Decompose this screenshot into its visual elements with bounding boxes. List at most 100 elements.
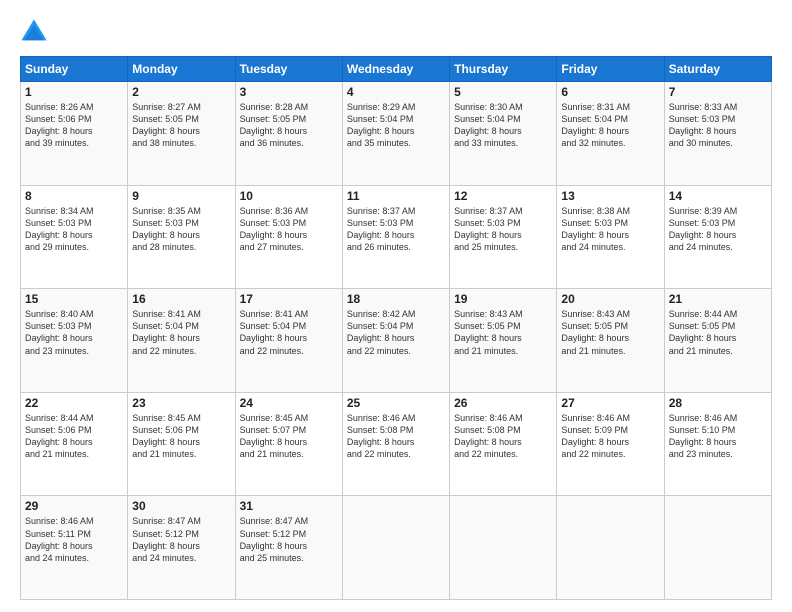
day-number: 16 [132, 292, 230, 306]
logo-icon [20, 18, 48, 46]
cell-info: Sunrise: 8:46 AMSunset: 5:09 PMDaylight:… [561, 412, 659, 461]
cell-info: Sunrise: 8:46 AMSunset: 5:10 PMDaylight:… [669, 412, 767, 461]
calendar-cell: 20 Sunrise: 8:43 AMSunset: 5:05 PMDayligh… [557, 289, 664, 393]
cell-info: Sunrise: 8:46 AMSunset: 5:08 PMDaylight:… [454, 412, 552, 461]
header-row: SundayMondayTuesdayWednesdayThursdayFrid… [21, 57, 772, 82]
cell-info: Sunrise: 8:40 AMSunset: 5:03 PMDaylight:… [25, 308, 123, 357]
day-number: 21 [669, 292, 767, 306]
cell-info: Sunrise: 8:47 AMSunset: 5:12 PMDaylight:… [240, 515, 338, 564]
calendar-cell: 1Sunrise: 8:26 AMSunset: 5:06 PMDaylight… [21, 82, 128, 186]
day-number: 19 [454, 292, 552, 306]
day-number: 22 [25, 396, 123, 410]
calendar-cell: 4 Sunrise: 8:29 AMSunset: 5:04 PMDaylight… [342, 82, 449, 186]
header-day-wednesday: Wednesday [342, 57, 449, 82]
cell-info: Sunrise: 8:33 AMSunset: 5:03 PMDaylight:… [669, 101, 767, 150]
calendar-cell: 15 Sunrise: 8:40 AMSunset: 5:03 PMDayligh… [21, 289, 128, 393]
calendar-cell: 8 Sunrise: 8:34 AMSunset: 5:03 PMDaylight… [21, 185, 128, 289]
day-number: 26 [454, 396, 552, 410]
day-number: 28 [669, 396, 767, 410]
day-number: 25 [347, 396, 445, 410]
cell-info: Sunrise: 8:35 AMSunset: 5:03 PMDaylight:… [132, 205, 230, 254]
header-day-thursday: Thursday [450, 57, 557, 82]
calendar-table: SundayMondayTuesdayWednesdayThursdayFrid… [20, 56, 772, 600]
day-number: 10 [240, 189, 338, 203]
day-number: 15 [25, 292, 123, 306]
cell-info: Sunrise: 8:45 AMSunset: 5:06 PMDaylight:… [132, 412, 230, 461]
calendar-body: 1Sunrise: 8:26 AMSunset: 5:06 PMDaylight… [21, 82, 772, 600]
cell-info: Sunrise: 8:42 AMSunset: 5:04 PMDaylight:… [347, 308, 445, 357]
calendar-cell: 5 Sunrise: 8:30 AMSunset: 5:04 PMDaylight… [450, 82, 557, 186]
cell-info: Sunrise: 8:47 AMSunset: 5:12 PMDaylight:… [132, 515, 230, 564]
cell-info: Sunrise: 8:28 AMSunset: 5:05 PMDaylight:… [240, 101, 338, 150]
cell-info: Sunrise: 8:37 AMSunset: 5:03 PMDaylight:… [347, 205, 445, 254]
calendar-cell: 11 Sunrise: 8:37 AMSunset: 5:03 PMDayligh… [342, 185, 449, 289]
day-number: 4 [347, 85, 445, 99]
cell-info: Sunrise: 8:43 AMSunset: 5:05 PMDaylight:… [454, 308, 552, 357]
calendar-cell: 2Sunrise: 8:27 AMSunset: 5:05 PMDaylight… [128, 82, 235, 186]
cell-info: Sunrise: 8:29 AMSunset: 5:04 PMDaylight:… [347, 101, 445, 150]
day-number: 30 [132, 499, 230, 513]
calendar-cell: 29 Sunrise: 8:46 AMSunset: 5:11 PMDayligh… [21, 496, 128, 600]
cell-info: Sunrise: 8:39 AMSunset: 5:03 PMDaylight:… [669, 205, 767, 254]
cell-info: Sunrise: 8:31 AMSunset: 5:04 PMDaylight:… [561, 101, 659, 150]
calendar-cell: 24Sunrise: 8:45 AMSunset: 5:07 PMDayligh… [235, 392, 342, 496]
calendar-cell [342, 496, 449, 600]
calendar-cell: 30 Sunrise: 8:47 AMSunset: 5:12 PMDayligh… [128, 496, 235, 600]
calendar-cell: 3Sunrise: 8:28 AMSunset: 5:05 PMDaylight… [235, 82, 342, 186]
cell-info: Sunrise: 8:44 AMSunset: 5:05 PMDaylight:… [669, 308, 767, 357]
cell-info: Sunrise: 8:36 AMSunset: 5:03 PMDaylight:… [240, 205, 338, 254]
day-number: 17 [240, 292, 338, 306]
calendar-cell: 12Sunrise: 8:37 AMSunset: 5:03 PMDayligh… [450, 185, 557, 289]
header-day-monday: Monday [128, 57, 235, 82]
day-number: 29 [25, 499, 123, 513]
day-number: 9 [132, 189, 230, 203]
cell-info: Sunrise: 8:30 AMSunset: 5:04 PMDaylight:… [454, 101, 552, 150]
day-number: 13 [561, 189, 659, 203]
cell-info: Sunrise: 8:38 AMSunset: 5:03 PMDaylight:… [561, 205, 659, 254]
week-row-3: 22Sunrise: 8:44 AMSunset: 5:06 PMDayligh… [21, 392, 772, 496]
calendar-cell: 14 Sunrise: 8:39 AMSunset: 5:03 PMDayligh… [664, 185, 771, 289]
calendar-cell [664, 496, 771, 600]
calendar-cell: 19 Sunrise: 8:43 AMSunset: 5:05 PMDayligh… [450, 289, 557, 393]
day-number: 11 [347, 189, 445, 203]
day-number: 20 [561, 292, 659, 306]
week-row-0: 1Sunrise: 8:26 AMSunset: 5:06 PMDaylight… [21, 82, 772, 186]
calendar-cell: 22Sunrise: 8:44 AMSunset: 5:06 PMDayligh… [21, 392, 128, 496]
day-number: 8 [25, 189, 123, 203]
calendar-cell [557, 496, 664, 600]
calendar-cell: 7Sunrise: 8:33 AMSunset: 5:03 PMDaylight… [664, 82, 771, 186]
cell-info: Sunrise: 8:41 AMSunset: 5:04 PMDaylight:… [132, 308, 230, 357]
calendar-cell: 25 Sunrise: 8:46 AMSunset: 5:08 PMDayligh… [342, 392, 449, 496]
week-row-1: 8 Sunrise: 8:34 AMSunset: 5:03 PMDaylight… [21, 185, 772, 289]
cell-info: Sunrise: 8:37 AMSunset: 5:03 PMDaylight:… [454, 205, 552, 254]
day-number: 24 [240, 396, 338, 410]
calendar-cell: 21 Sunrise: 8:44 AMSunset: 5:05 PMDayligh… [664, 289, 771, 393]
cell-info: Sunrise: 8:46 AMSunset: 5:11 PMDaylight:… [25, 515, 123, 564]
header-day-sunday: Sunday [21, 57, 128, 82]
calendar-cell: 31Sunrise: 8:47 AMSunset: 5:12 PMDayligh… [235, 496, 342, 600]
day-number: 5 [454, 85, 552, 99]
week-row-4: 29 Sunrise: 8:46 AMSunset: 5:11 PMDayligh… [21, 496, 772, 600]
cell-info: Sunrise: 8:46 AMSunset: 5:08 PMDaylight:… [347, 412, 445, 461]
calendar-cell: 28 Sunrise: 8:46 AMSunset: 5:10 PMDayligh… [664, 392, 771, 496]
day-number: 18 [347, 292, 445, 306]
week-row-2: 15 Sunrise: 8:40 AMSunset: 5:03 PMDayligh… [21, 289, 772, 393]
header-day-friday: Friday [557, 57, 664, 82]
day-number: 27 [561, 396, 659, 410]
calendar-cell: 18 Sunrise: 8:42 AMSunset: 5:04 PMDayligh… [342, 289, 449, 393]
day-number: 2 [132, 85, 230, 99]
day-number: 23 [132, 396, 230, 410]
calendar-cell: 9 Sunrise: 8:35 AMSunset: 5:03 PMDaylight… [128, 185, 235, 289]
calendar-cell: 10 Sunrise: 8:36 AMSunset: 5:03 PMDayligh… [235, 185, 342, 289]
calendar-header: SundayMondayTuesdayWednesdayThursdayFrid… [21, 57, 772, 82]
cell-info: Sunrise: 8:34 AMSunset: 5:03 PMDaylight:… [25, 205, 123, 254]
calendar-cell [450, 496, 557, 600]
calendar-cell: 6Sunrise: 8:31 AMSunset: 5:04 PMDaylight… [557, 82, 664, 186]
day-number: 14 [669, 189, 767, 203]
cell-info: Sunrise: 8:41 AMSunset: 5:04 PMDaylight:… [240, 308, 338, 357]
calendar-cell: 16 Sunrise: 8:41 AMSunset: 5:04 PMDayligh… [128, 289, 235, 393]
calendar-cell: 17 Sunrise: 8:41 AMSunset: 5:04 PMDayligh… [235, 289, 342, 393]
cell-info: Sunrise: 8:43 AMSunset: 5:05 PMDaylight:… [561, 308, 659, 357]
calendar-cell: 26 Sunrise: 8:46 AMSunset: 5:08 PMDayligh… [450, 392, 557, 496]
header-day-saturday: Saturday [664, 57, 771, 82]
